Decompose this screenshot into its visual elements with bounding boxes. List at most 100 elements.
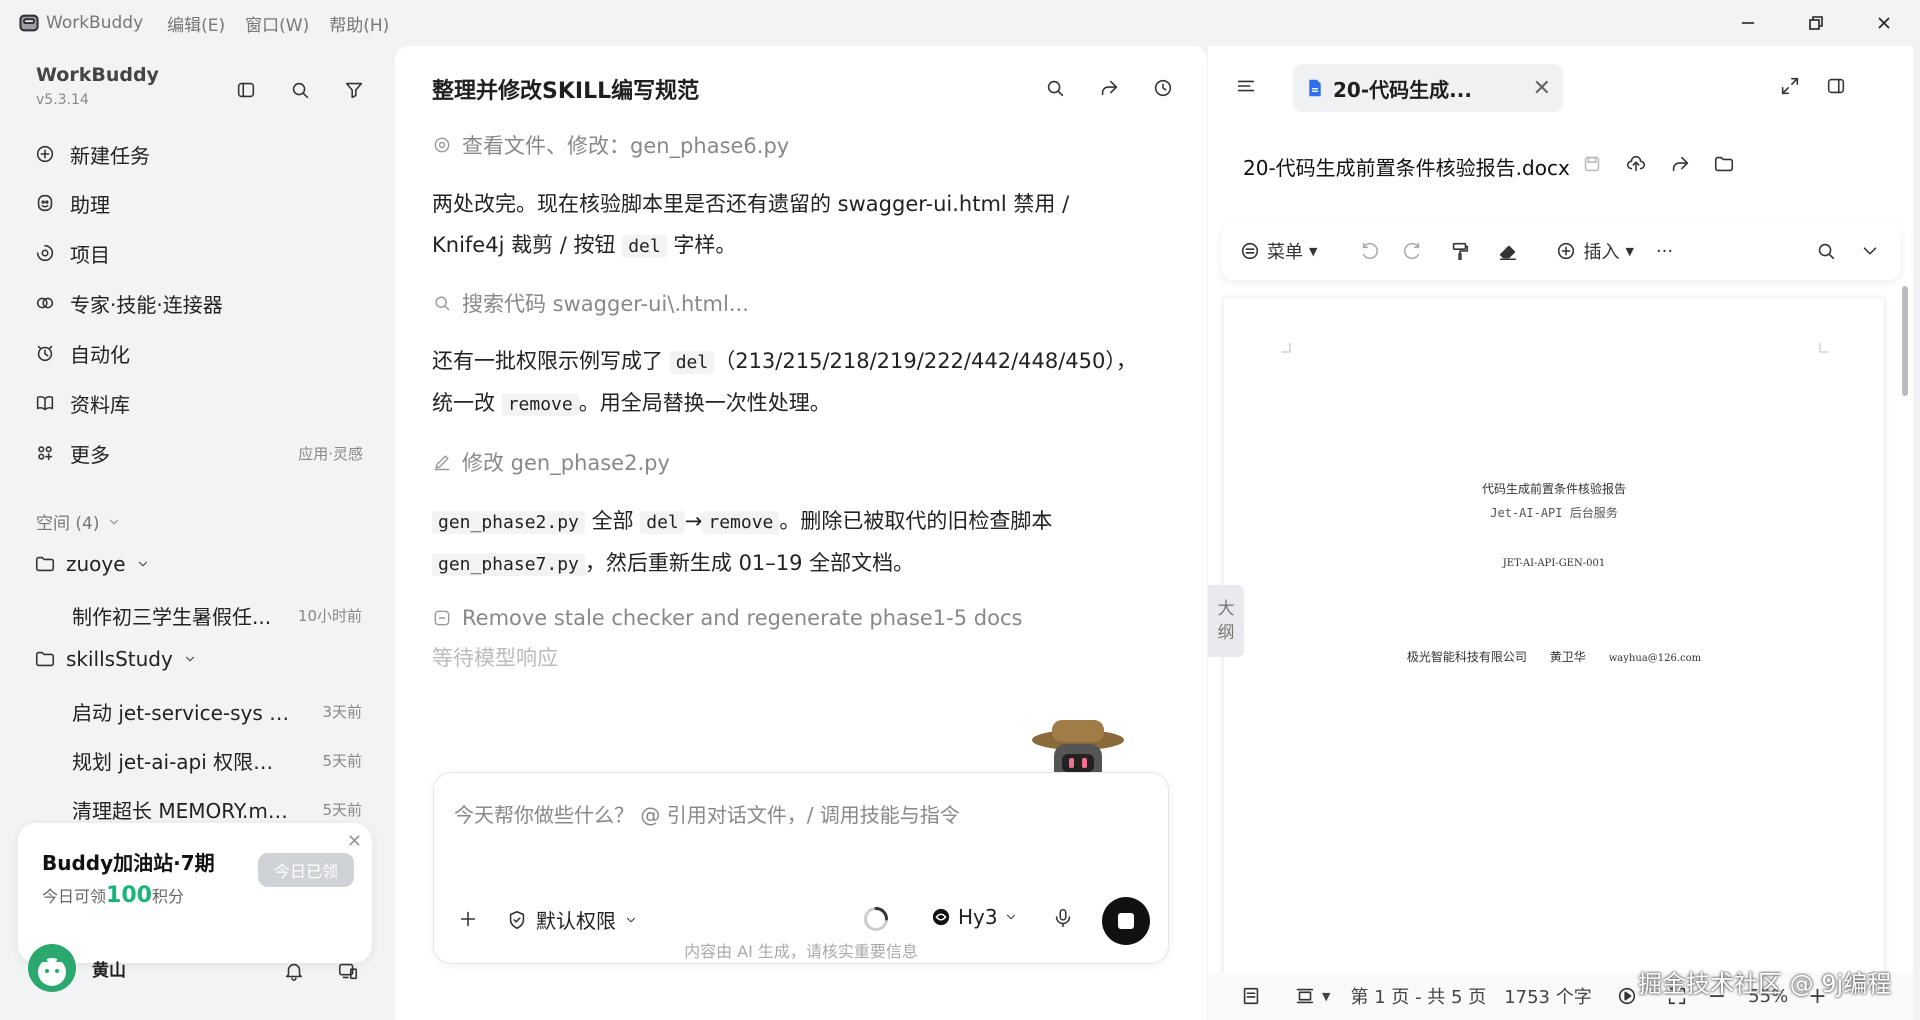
close-window-button[interactable] <box>1854 0 1914 46</box>
nav-automation[interactable]: 自动化 <box>24 330 369 376</box>
restore-button[interactable] <box>1786 0 1846 46</box>
eraser-icon[interactable] <box>1497 240 1519 262</box>
space-header[interactable]: 空间 (4) <box>36 509 121 534</box>
panel-toggle-icon[interactable] <box>1818 68 1854 104</box>
expand-icon[interactable] <box>1772 68 1808 104</box>
close-tab-icon[interactable]: ✕ <box>1533 76 1551 101</box>
microphone-icon[interactable] <box>1052 907 1074 929</box>
document-scrollbar[interactable] <box>1902 286 1908 396</box>
toolbar-insert-button[interactable]: 插入 ▼ <box>1555 238 1634 264</box>
share-icon[interactable] <box>1089 68 1129 108</box>
document-panel: 20-代码生成... ✕ 20-代码生成前置条件核验报告.docx 菜单 ▼ 插… <box>1208 46 1913 1020</box>
toolbar-insert-label: 插入 <box>1583 242 1620 263</box>
model-logo-icon <box>930 906 952 928</box>
toolbar-menu-button[interactable]: 菜单 ▼ <box>1239 238 1317 264</box>
toolbar-more-button[interactable]: ··· <box>1656 241 1673 262</box>
permission-selector[interactable]: 默认权限 <box>506 905 638 934</box>
document-outline-icon[interactable] <box>1240 985 1262 1007</box>
bell-icon[interactable] <box>274 951 314 991</box>
step-commit[interactable]: Remove stale checker and regenerate phas… <box>432 606 1022 630</box>
toggle-sidebar-icon[interactable] <box>226 70 266 110</box>
upload-icon[interactable] <box>1618 146 1654 182</box>
model-selector[interactable]: Hy3 <box>930 905 1018 929</box>
title-bar: WorkBuddy 编辑(E) 窗口(W) 帮助(H) <box>0 0 1920 46</box>
caret-down-icon: ▼ <box>1309 244 1318 258</box>
folder-zuoye[interactable]: zuoye <box>34 552 150 576</box>
commit-icon <box>432 608 452 628</box>
document-tab[interactable]: 20-代码生成... ✕ <box>1293 64 1563 112</box>
outline-toggle[interactable]: 大 纲 <box>1208 585 1244 657</box>
step-label: 搜索代码 swagger-ui\.html... <box>462 292 749 316</box>
step-view-file[interactable]: 查看文件、修改：gen_phase6.py <box>432 130 789 160</box>
promo-text-pre: 今日可领 <box>42 887 107 906</box>
chevron-down-icon <box>1004 910 1018 924</box>
history-icon[interactable] <box>1143 68 1183 108</box>
document-page[interactable]: 代码生成前置条件核验报告 Jet-AI-API 后台服务 JET-AI-API-… <box>1224 298 1884 1018</box>
folder-icon <box>34 553 56 575</box>
doc-author: 黄卫华 <box>1549 650 1586 664</box>
menu-lines-icon[interactable] <box>1228 68 1264 104</box>
menu-edit[interactable]: 编辑(E) <box>167 11 225 36</box>
format-painter-icon[interactable] <box>1449 240 1471 262</box>
folder-open-icon[interactable] <box>1706 146 1742 182</box>
add-attachment-icon[interactable] <box>454 905 482 933</box>
doc-email: wayhua@126.com <box>1608 653 1702 664</box>
nav-expert-skills[interactable]: 专家·技能·连接器 <box>24 280 369 326</box>
user-profile[interactable]: 黄山 <box>28 944 126 992</box>
search-icon[interactable] <box>1815 240 1837 262</box>
nav-assistant[interactable]: 助理 <box>24 180 369 226</box>
task-time: 3天前 <box>322 703 362 721</box>
menu-help[interactable]: 帮助(H) <box>329 11 389 36</box>
device-icon[interactable] <box>328 951 368 991</box>
message-text: 字样。 <box>666 233 737 257</box>
step-search-code[interactable]: 搜索代码 swagger-ui\.html... <box>432 288 749 318</box>
nav-more[interactable]: 更多 应用·灵感 <box>24 430 369 476</box>
message-text: Knife4j 裁剪 / 按钮 <box>432 233 623 257</box>
task-item[interactable]: 制作初三学生暑假任... 10小时前 <box>72 601 362 630</box>
arrow-text: → <box>684 509 703 533</box>
page-layout-icon[interactable] <box>1294 985 1316 1007</box>
model-label: Hy3 <box>958 905 998 929</box>
step-edit-file[interactable]: 修改 gen_phase2.py <box>432 447 670 477</box>
plus-circle-icon <box>24 143 70 165</box>
nav-project[interactable]: 项目 <box>24 230 369 276</box>
task-time: 10小时前 <box>297 607 362 625</box>
nav-new-task[interactable]: 新建任务 <box>24 131 369 177</box>
filter-icon[interactable] <box>334 70 374 110</box>
assistant-icon <box>24 192 70 214</box>
play-icon[interactable] <box>1616 985 1638 1007</box>
brand: WorkBuddy v5.3.14 <box>36 64 159 108</box>
search-icon[interactable] <box>1035 68 1075 108</box>
nav-library[interactable]: 资料库 <box>24 380 369 426</box>
message-text: 两处改完。现在核验脚本里是否还有遗留的 swagger-ui.html 禁用 / <box>432 192 1070 216</box>
task-item[interactable]: 规划 jet-ai-api 权限框... 5天前 <box>72 746 362 775</box>
minimize-button[interactable] <box>1718 0 1778 46</box>
task-item[interactable]: 清理超长 MEMORY.md ... 5天前 <box>72 795 362 824</box>
inline-code: remove <box>702 511 780 534</box>
task-item[interactable]: 启动 jet-service-sys 后... 3天前 <box>72 697 362 726</box>
folder-skillsstudy[interactable]: skillsStudy <box>34 647 197 671</box>
waiting-status: 等待模型响应 <box>432 646 558 670</box>
brand-name: WorkBuddy <box>36 64 159 86</box>
undo-icon[interactable] <box>1359 240 1381 262</box>
close-icon[interactable]: ✕ <box>347 831 362 852</box>
save-icon[interactable] <box>1574 146 1610 182</box>
word-count[interactable]: 1753 个字 <box>1504 983 1592 1009</box>
outline-label: 纲 <box>1217 623 1235 643</box>
search-icon[interactable] <box>280 70 320 110</box>
permission-label: 默认权限 <box>536 909 616 933</box>
caret-down-icon[interactable]: ▼ <box>1322 990 1330 1003</box>
share-icon[interactable] <box>1662 146 1698 182</box>
menu-window[interactable]: 窗口(W) <box>245 11 309 36</box>
chevron-down-icon[interactable] <box>1859 240 1881 262</box>
inline-code: del <box>669 351 715 374</box>
message-text: ，然后重新生成 01–19 全部文档。 <box>584 551 915 575</box>
project-icon <box>24 242 70 264</box>
task-time: 5天前 <box>322 801 362 819</box>
document-file-name: 20-代码生成前置条件核验报告.docx <box>1243 156 1570 180</box>
chat-input[interactable]: 今天帮你做些什么？ @ 引用对话文件，/ 调用技能与指令 <box>454 799 960 828</box>
app-name: WorkBuddy <box>46 13 144 33</box>
promo-claimed-button[interactable]: 今日已领 <box>258 853 354 887</box>
redo-icon[interactable] <box>1401 240 1423 262</box>
version-label: v5.3.14 <box>36 92 89 108</box>
